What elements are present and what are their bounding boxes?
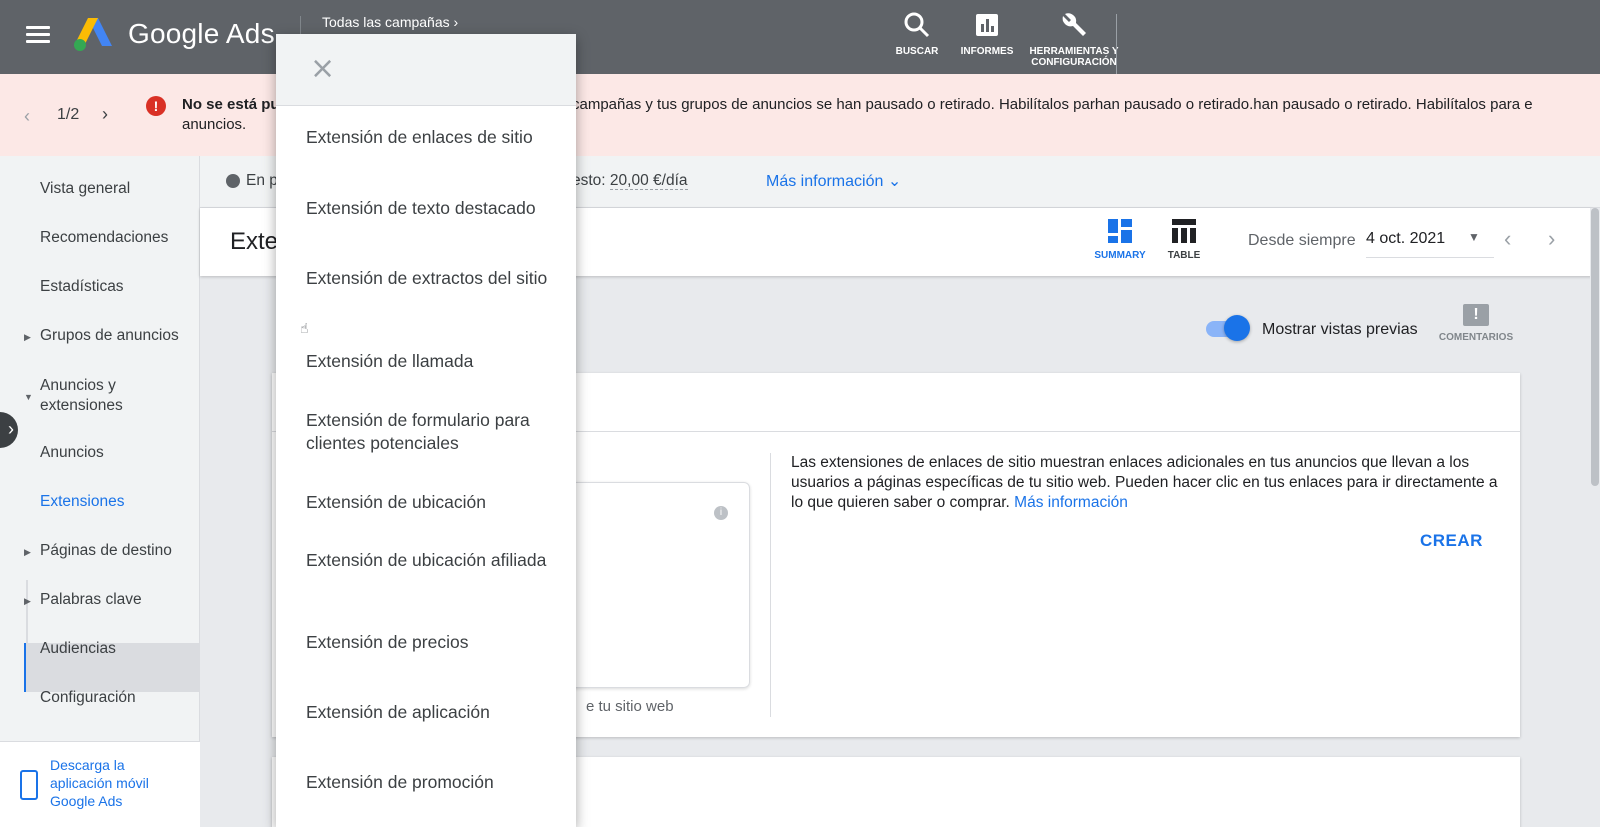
hand-cursor-icon: ☝ — [300, 320, 309, 336]
reports-tool-label: INFORMES — [960, 46, 1014, 57]
caret-right-icon[interactable]: ▶ — [24, 596, 31, 607]
menu-item-location[interactable]: Extensión de ubicación — [306, 491, 562, 514]
sidebar-item-insights[interactable]: Estadísticas — [40, 278, 124, 296]
app-download-link[interactable]: Descarga la aplicación móvil Google Ads — [50, 756, 190, 810]
top-bar: Google Ads Todas las campañas › a) BUSCA… — [0, 0, 1600, 74]
menu-item-promotion[interactable]: Extensión de promoción — [306, 771, 562, 794]
preview-toggle-label: Mostrar vistas previas — [1262, 321, 1418, 338]
budget-info: esto: 20,00 €/día — [572, 172, 688, 190]
search-icon — [904, 12, 930, 38]
extension-description: Las extensiones de enlaces de sitio mues… — [791, 454, 1498, 511]
menu-item-lead-form[interactable]: Extensión de formulario para clientes po… — [306, 409, 562, 455]
menu-header: × — [276, 34, 576, 106]
error-icon: ! — [146, 96, 166, 116]
scrollbar-thumb[interactable] — [1591, 208, 1599, 486]
chevron-down-icon: ⌄ — [887, 173, 902, 190]
search-tool-label: BUSCAR — [895, 46, 939, 57]
phone-download-icon — [20, 770, 38, 800]
toolbar-divider — [1116, 14, 1117, 74]
table-view-button[interactable]: TABLE — [1154, 218, 1214, 261]
tools-settings-button[interactable]: HERRAMIENTAS Y CONFIGURACIÓN — [1029, 10, 1119, 68]
alert-text-line2: anuncios. — [182, 116, 247, 133]
menu-item-callout[interactable]: Extensión de texto destacado — [306, 197, 562, 220]
alert-title: No se está pu — [182, 96, 280, 113]
sidebar-item-landing-pages[interactable]: Páginas de destino — [40, 542, 172, 560]
sidebar-item-overview[interactable]: Vista general — [40, 180, 130, 198]
sidebar-item-extensions[interactable]: Extensiones — [40, 493, 124, 511]
more-info-button[interactable]: Más información ⌄ — [766, 171, 901, 191]
menu-item-call[interactable]: Extensión de llamada — [306, 350, 562, 373]
dashboard-icon — [1108, 219, 1132, 243]
caret-right-icon[interactable]: ▶ — [24, 547, 31, 558]
reports-tool-button[interactable]: INFORMES — [942, 10, 1032, 57]
sidebar-item-keywords[interactable]: Palabras clave — [40, 591, 142, 609]
menu-item-affiliate-location[interactable]: Extensión de ubicación afiliada — [306, 549, 562, 572]
feedback-icon: ! — [1463, 304, 1489, 326]
chevron-right-icon: › — [453, 14, 459, 30]
sidebar-item-settings[interactable]: Configuración — [40, 689, 136, 707]
extension-type-menu: × Extensión de enlaces de sitio Extensió… — [276, 34, 576, 827]
product-name: Google Ads — [128, 18, 275, 49]
chevron-right-icon[interactable]: › — [1548, 226, 1555, 252]
sidebar-item-ads-extensions[interactable]: Anuncios y extensiones — [40, 376, 190, 416]
menu-item-sitelink[interactable]: Extensión de enlaces de sitio — [306, 126, 562, 149]
menu-item-app[interactable]: Extensión de aplicación — [306, 701, 562, 724]
preview-toggle-knob[interactable] — [1224, 315, 1250, 341]
caret-right-icon[interactable]: ▶ — [24, 332, 31, 343]
info-icon[interactable]: i — [714, 506, 728, 520]
tools-settings-label: HERRAMIENTAS Y CONFIGURACIÓN — [1029, 46, 1119, 68]
sidebar-item-ad-groups[interactable]: Grupos de anuncios — [40, 327, 179, 345]
alert-text: campañas y tus grupos de anuncios se han… — [572, 96, 1533, 113]
menu-item-price[interactable]: Extensión de precios — [306, 631, 562, 654]
chevron-right-icon[interactable]: › — [102, 104, 108, 125]
google-ads-logo — [74, 18, 112, 51]
table-view-label: TABLE — [1167, 250, 1201, 261]
table-icon — [1172, 219, 1196, 243]
create-button[interactable]: CREAR — [1420, 531, 1483, 551]
app-download-promo[interactable]: Descarga la aplicación móvil Google Ads — [0, 741, 200, 827]
sidebar-item-audiences[interactable]: Audiencias — [40, 640, 116, 658]
close-icon[interactable]: × — [310, 52, 335, 86]
summary-view-label: SUMMARY — [1094, 250, 1146, 261]
caret-down-icon[interactable]: ▼ — [1468, 230, 1480, 244]
learn-more-link[interactable]: Más información — [1014, 494, 1128, 511]
caret-down-icon[interactable]: ▼ — [24, 392, 33, 402]
chevron-left-icon[interactable]: ‹ — [1504, 226, 1511, 252]
date-range-label: Desde siempre — [1248, 232, 1356, 249]
comments-button[interactable]: ! COMENTARIOS — [1436, 304, 1516, 343]
card-vertical-divider — [770, 453, 771, 717]
sidebar-item-ads[interactable]: Anuncios — [40, 444, 104, 462]
budget-value[interactable]: 20,00 €/día — [609, 172, 688, 190]
summary-view-button[interactable]: SUMMARY — [1090, 218, 1150, 261]
reports-icon — [976, 14, 998, 36]
campaign-status: En p — [246, 172, 278, 189]
sidebar-item-recommendations[interactable]: Recomendaciones — [40, 229, 168, 247]
comments-label: COMENTARIOS — [1438, 332, 1514, 343]
wrench-icon — [1062, 13, 1086, 36]
alert-pager: 1/2 — [57, 106, 80, 123]
sidebar: Vista general Recomendaciones Estadístic… — [0, 156, 200, 827]
pause-icon — [226, 174, 240, 188]
menu-icon[interactable] — [26, 26, 50, 44]
preview-caption: e tu sitio web — [586, 698, 674, 715]
breadcrumb[interactable]: Todas las campañas › — [322, 14, 458, 30]
alert-banner: ‹ 1/2 › ! No se está pu campañas y tus g… — [0, 74, 1600, 156]
page-title: Exte — [230, 228, 279, 255]
menu-item-structured-snippet[interactable]: Extensión de extractos del sitio — [306, 267, 562, 290]
chevron-left-icon[interactable]: ‹ — [24, 106, 30, 127]
